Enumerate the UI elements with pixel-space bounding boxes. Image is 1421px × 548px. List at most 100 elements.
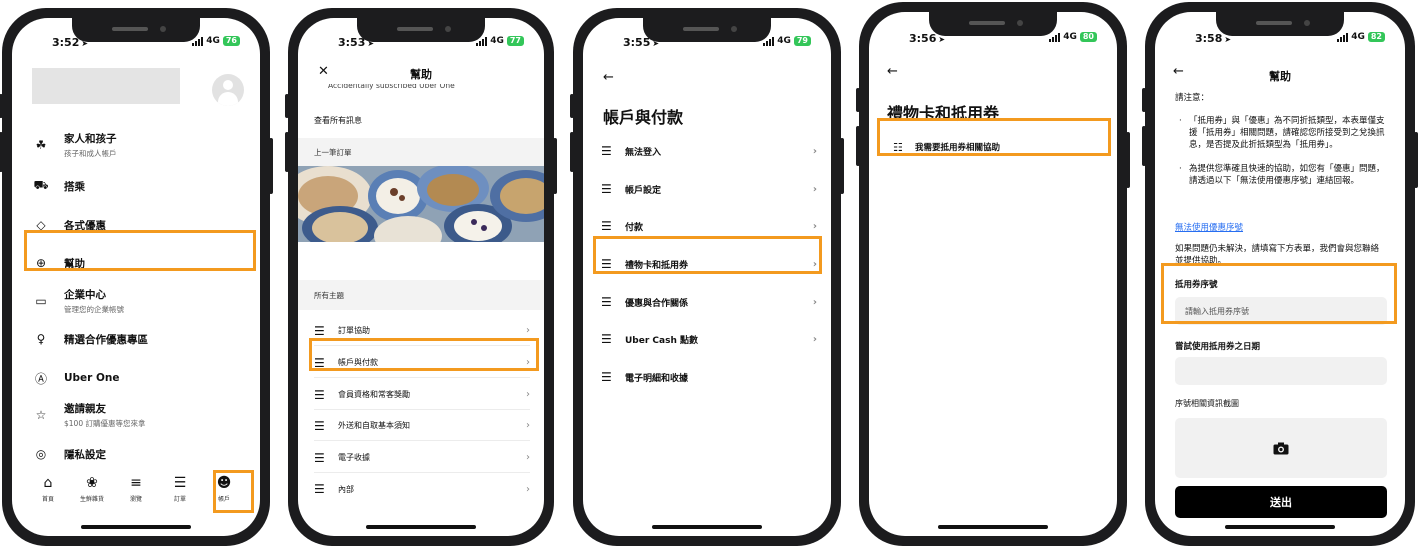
bullet-text: 為提供您準確且快速的協助，如您有「優惠」問題，請透過以下「無法使用優惠序號」連結… xyxy=(1189,164,1385,186)
image-spacer xyxy=(298,242,544,280)
promo-code-link[interactable]: 無法使用優惠序號 xyxy=(1175,222,1387,234)
tab-bar: ⌂ 首頁 ❀ 生鮮雜貨 ≡ 瀏覽 ☰ 訂單 ☻ 帳戶 xyxy=(12,474,260,514)
notch xyxy=(929,12,1057,36)
menu-item-privacy[interactable]: ◎ 隱私設定 xyxy=(32,439,250,469)
battery-icon: 82 xyxy=(1367,32,1385,42)
signal-icon xyxy=(1337,32,1349,42)
chevron-right-icon: › xyxy=(812,333,817,345)
location-arrow-icon: ➤ xyxy=(938,35,946,44)
item-payment[interactable]: ☰ 付款 › xyxy=(601,209,817,243)
tab-label: 生鮮雜貨 xyxy=(79,496,104,503)
item-account-settings[interactable]: ☰ 帳戶設定 › xyxy=(601,172,817,206)
tag-icon: ◇ xyxy=(36,218,46,232)
account-icon: ☻ xyxy=(216,475,232,491)
notch xyxy=(72,18,200,42)
item-label: Uber Cash 點數 xyxy=(625,335,699,346)
invite-icon: ☆ xyxy=(35,408,47,422)
phone-screen: 3:53 ➤ 4G 77 ✕ 幫助 Accidentally subscribed … xyxy=(298,18,544,536)
menu-item-promotions[interactable]: ◇ 各式優惠 xyxy=(32,210,250,240)
tab-label: 首頁 xyxy=(41,496,54,503)
tab-browse[interactable]: ≡ 瀏覽 xyxy=(118,474,154,514)
topic-label: 訂單協助 xyxy=(338,326,370,335)
last-order-image[interactable] xyxy=(298,166,544,242)
menu-item-uber-one[interactable]: Ⓐ Uber One xyxy=(32,363,250,393)
topic-internal[interactable]: ☰ 內部 › xyxy=(314,474,530,504)
back-arrow-icon[interactable]: ← xyxy=(887,64,898,79)
topic-order-help[interactable]: ☰ 訂單協助 › xyxy=(314,316,530,346)
status-time: 3:55 xyxy=(623,36,651,49)
screenshot-upload[interactable] xyxy=(1175,418,1387,478)
voucher-help-item[interactable]: ☷ 我需要抵用券相關協助 xyxy=(893,132,1097,162)
back-arrow-icon[interactable]: ← xyxy=(603,70,614,85)
attempt-date-label: 嘗試使用抵用券之日期 xyxy=(1175,342,1261,352)
menu-item-help[interactable]: ⊕ 幫助 xyxy=(32,248,250,278)
browse-icon: ≡ xyxy=(130,475,142,491)
chevron-right-icon: › xyxy=(812,296,817,308)
privacy-icon: ◎ xyxy=(35,447,47,461)
item-cannot-login[interactable]: ☰ 無法登入 › xyxy=(601,134,817,168)
menu-item-invite[interactable]: ☆ 邀請親友 $100 訂購優惠等您來拿 xyxy=(32,400,250,430)
menu-item-partner-offers[interactable]: ♀ 精選合作優惠專區 xyxy=(32,324,250,354)
section-last-order: 上一筆訂單 xyxy=(298,138,544,166)
item-label: 禮物卡和抵用券 xyxy=(625,260,689,271)
menu-item-business[interactable]: ▭ 企業中心 管理您的企業帳號 xyxy=(32,286,250,316)
submit-button[interactable]: 送出 xyxy=(1175,486,1387,518)
chevron-right-icon: › xyxy=(812,183,817,195)
list-icon: ☰ xyxy=(601,219,612,233)
avatar[interactable] xyxy=(212,74,244,106)
tab-account[interactable]: ☻ 帳戶 xyxy=(206,474,242,514)
item-offers-partnerships[interactable]: ☰ 優惠與合作關係 › xyxy=(601,285,817,319)
bullet-dot: · xyxy=(1179,164,1182,174)
menu-label: 家人和孩子 xyxy=(64,133,117,145)
chevron-right-icon: › xyxy=(526,452,530,463)
phone-screen: 3:58 ➤ 4G 82 ← 幫助 請注意： · 「抵用券」與「優惠」為不同折抵類型… xyxy=(1155,12,1405,536)
topic-account-payment[interactable]: ☰ 帳戶與付款 › xyxy=(314,348,530,378)
item-label: 帳戶設定 xyxy=(625,185,662,196)
status-time: 3:52 xyxy=(52,36,80,49)
list-icon: ☰ xyxy=(601,295,612,309)
signal-icon xyxy=(1049,32,1061,42)
list-icon: ☰ xyxy=(601,257,612,271)
topic-delivery-pickup[interactable]: ☰ 外送和自取基本須知 › xyxy=(314,411,530,441)
orders-icon: ☰ xyxy=(173,475,187,491)
list-icon: ☰ xyxy=(314,482,325,496)
chevron-right-icon: › xyxy=(526,420,530,431)
item-label: 我需要抵用券相關協助 xyxy=(915,143,1001,153)
tab-label: 訂單 xyxy=(173,496,186,503)
family-icon: ☘ xyxy=(35,138,47,152)
tab-home[interactable]: ⌂ 首頁 xyxy=(30,474,66,514)
info-text: 如果問題仍未解決，請填寫下方表單，我們會與您聯絡並提供協助。 xyxy=(1175,244,1380,266)
status-time: 3:53 xyxy=(338,36,366,49)
uber-one-icon: Ⓐ xyxy=(34,371,47,386)
menu-sublabel: $100 訂購優惠等您來拿 xyxy=(64,419,146,428)
location-arrow-icon: ➤ xyxy=(1224,35,1232,44)
view-all-messages[interactable]: 查看所有訊息 xyxy=(314,115,362,126)
tab-orders[interactable]: ☰ 訂單 xyxy=(162,474,198,514)
item-label: 優惠與合作關係 xyxy=(625,298,689,309)
topic-label: 內部 xyxy=(338,484,354,494)
item-statements-receipts[interactable]: ☰ 電子明細和收據 xyxy=(601,360,817,394)
tab-label: 瀏覽 xyxy=(129,496,142,503)
phone-account-payment: 3:55 ➤ 4G 79 ← 帳戶與付款 ☰ 無法登入 › ☰ 帳戶設定 › ☰ 付款 › ☰ 禮… xyxy=(570,8,844,546)
item-uber-cash[interactable]: ☰ Uber Cash 點數 › xyxy=(601,322,817,356)
topic-membership[interactable]: ☰ 會員資格和常客獎勵 › xyxy=(314,380,530,410)
bullet-dot: · xyxy=(1179,116,1182,126)
tab-grocery[interactable]: ❀ 生鮮雜貨 xyxy=(74,474,110,514)
item-gift-cards-vouchers[interactable]: ☰ 禮物卡和抵用券 › xyxy=(601,247,817,281)
status-time: 3:56 xyxy=(909,32,937,45)
menu-item-family[interactable]: ☘ 家人和孩子 孩子和成人帳戶 xyxy=(32,130,250,160)
note-bullet: · 為提供您準確且快速的協助，如您有「優惠」問題，請透過以下「無法使用優惠序號」… xyxy=(1175,163,1387,187)
status-time: 3:58 xyxy=(1195,32,1223,45)
item-label: 電子明細和收據 xyxy=(625,373,689,384)
topic-receipts[interactable]: ☰ 電子收據 › xyxy=(314,443,530,473)
menu-label: 各式優惠 xyxy=(64,219,106,232)
home-indicator xyxy=(938,525,1048,529)
menu-label: 精選合作優惠專區 xyxy=(64,333,148,346)
voucher-code-input[interactable]: 請輸入抵用券序號 xyxy=(1175,297,1387,325)
car-icon: ⛟ xyxy=(33,178,49,192)
chevron-right-icon: › xyxy=(812,258,817,270)
menu-item-rides[interactable]: ⛟ 搭乘 xyxy=(32,171,250,201)
attempt-date-input[interactable] xyxy=(1175,357,1387,385)
chevron-right-icon: › xyxy=(526,325,530,336)
menu-label: 企業中心 xyxy=(64,289,106,301)
